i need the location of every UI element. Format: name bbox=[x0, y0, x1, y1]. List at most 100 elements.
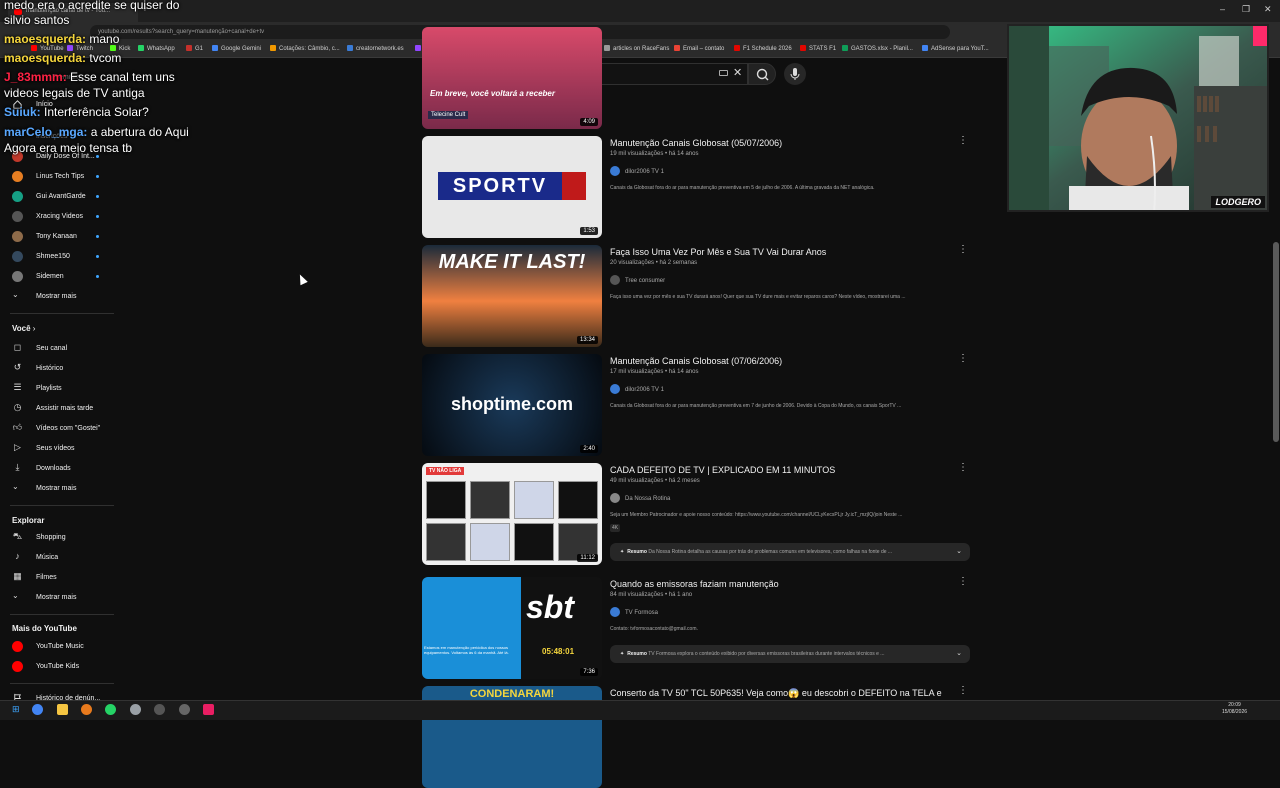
video-thumbnail[interactable]: TV NÃO LIGA 11:12 bbox=[422, 463, 602, 565]
thumbnail-text: Em breve, você voltará a receber bbox=[430, 89, 555, 98]
more-vert-icon[interactable]: ⋮ bbox=[958, 685, 968, 696]
firefox-icon[interactable] bbox=[81, 704, 92, 715]
more-vert-icon[interactable]: ⋮ bbox=[958, 462, 968, 473]
channel-avatar bbox=[12, 271, 23, 282]
scrollbar-thumb[interactable] bbox=[1273, 242, 1279, 442]
video-title[interactable]: Quando as emissoras faziam manutenção bbox=[610, 579, 779, 589]
clear-search-icon[interactable]: ✕ bbox=[733, 66, 742, 79]
channel-name: TV Formosa bbox=[625, 610, 659, 616]
channel-avatar bbox=[610, 493, 620, 503]
history-icon: ↺ bbox=[13, 362, 22, 372]
minimize-icon[interactable]: – bbox=[1220, 4, 1225, 14]
windows-start-icon[interactable]: ⊞ bbox=[12, 704, 23, 715]
chevron-down-icon[interactable]: ⌄ bbox=[956, 649, 962, 657]
video-thumbnail[interactable]: MAKE IT LAST! 13:34 bbox=[422, 245, 602, 347]
bookmark-item[interactable]: STATS F1 bbox=[800, 45, 836, 52]
chat-message: maoesquerda: mano bbox=[4, 32, 119, 46]
new-content-dot bbox=[96, 255, 99, 258]
playlist-icon: ☰ bbox=[13, 382, 22, 392]
sidebar-section-mais-youtube: Mais do YouTube bbox=[12, 624, 77, 633]
sidebar-label: Linus Tech Tips bbox=[36, 173, 85, 180]
video-title[interactable]: Manutenção Canais Globosat (05/07/2006) bbox=[610, 138, 782, 148]
channel-avatar bbox=[610, 384, 620, 394]
browser-titlebar bbox=[0, 0, 1280, 22]
bookmark-item[interactable]: G1 bbox=[186, 45, 203, 52]
discord-icon[interactable] bbox=[130, 704, 141, 715]
summary-label: Resumo bbox=[627, 651, 647, 657]
video-thumbnail[interactable]: shoptime.com 2:40 bbox=[422, 354, 602, 456]
more-vert-icon[interactable]: ⋮ bbox=[958, 135, 968, 146]
sidebar-section-voce[interactable]: Você › bbox=[12, 324, 35, 333]
sidebar-label: Downloads bbox=[36, 465, 71, 472]
restore-icon[interactable]: ❐ bbox=[1242, 4, 1250, 15]
thumbnail-text: SPORTV bbox=[438, 172, 586, 200]
os-taskbar bbox=[0, 700, 1280, 720]
keyboard-icon[interactable] bbox=[719, 70, 728, 76]
video-channel[interactable]: TV Formosa bbox=[610, 607, 658, 617]
chevron-down-icon[interactable]: ⌄ bbox=[956, 547, 962, 555]
video-thumbnail[interactable]: sbt Estamos em manutenção periódica dos n… bbox=[422, 577, 602, 679]
bookmark-favicon-icon bbox=[270, 45, 276, 51]
more-vert-icon[interactable]: ⋮ bbox=[958, 353, 968, 364]
search-button[interactable] bbox=[748, 63, 776, 85]
bookmark-item[interactable]: AdSense para YouT... bbox=[922, 45, 989, 52]
like-icon: 👍︎ bbox=[12, 422, 23, 432]
video-thumbnail[interactable]: SPORTV 1:53 bbox=[422, 136, 602, 238]
obs-icon[interactable] bbox=[154, 704, 165, 715]
chevron-down-icon: ⌄ bbox=[12, 482, 19, 491]
video-title[interactable]: Faça Isso Uma Vez Por Mês e Sua TV Vai D… bbox=[610, 247, 826, 257]
video-title[interactable]: Conserto da TV 50" TCL 50P635! Veja como… bbox=[610, 688, 942, 699]
bookmark-item[interactable]: Email – contato bbox=[674, 45, 724, 52]
video-channel[interactable]: Tree consumer bbox=[610, 275, 665, 285]
video-channel[interactable]: dilor2006 TV 1 bbox=[610, 166, 664, 176]
sidebar-divider bbox=[10, 614, 114, 615]
bookmark-label: Cotações: Câmbio, c... bbox=[279, 46, 340, 52]
new-content-dot bbox=[96, 275, 99, 278]
channel-name: dilor2006 TV 1 bbox=[625, 387, 664, 393]
tv-defect-tile bbox=[426, 481, 466, 519]
bookmark-label: articles on RaceFans bbox=[613, 46, 670, 52]
bookmark-item[interactable]: Cotações: Câmbio, c... bbox=[270, 45, 340, 52]
summary-label: Resumo bbox=[627, 549, 647, 555]
bookmark-label: Google Gemini bbox=[221, 46, 262, 52]
app-icon[interactable] bbox=[203, 704, 214, 715]
streamlabs-icon[interactable] bbox=[179, 704, 190, 715]
bookmark-favicon-icon bbox=[347, 45, 353, 51]
chat-message: Suiuk: Interferência Solar? bbox=[4, 105, 149, 119]
chat-text: silvio santos bbox=[4, 13, 70, 27]
whatsapp-icon[interactable] bbox=[105, 704, 116, 715]
video-title[interactable]: CADA DEFEITO DE TV | EXPLICADO EM 11 MIN… bbox=[610, 465, 835, 475]
channel-avatar bbox=[610, 275, 620, 285]
chrome-icon[interactable] bbox=[32, 704, 43, 715]
file-explorer-icon[interactable] bbox=[57, 704, 68, 715]
chevron-right-icon: › bbox=[32, 324, 36, 333]
sidebar-label: Shmee150 bbox=[36, 253, 70, 260]
bookmark-item[interactable]: WhatsApp bbox=[138, 45, 175, 52]
chat-text: mano bbox=[89, 32, 120, 46]
bookmark-item[interactable]: Google Gemini bbox=[212, 45, 261, 52]
ai-summary-box[interactable]: ✦ Resumo TV Formosa explora o conteúdo ex… bbox=[610, 645, 970, 663]
bookmark-item[interactable]: F1 Schedule 2026 bbox=[734, 45, 792, 52]
video-channel[interactable]: Da Nossa Rotina bbox=[610, 493, 670, 503]
voice-search-button[interactable] bbox=[784, 63, 806, 85]
taskbar-clock[interactable]: 20:09 15/08/2026 bbox=[1222, 702, 1247, 716]
video-channel[interactable]: dilor2006 TV 1 bbox=[610, 384, 664, 394]
thumbnail-tv-grid bbox=[426, 481, 598, 561]
channel-avatar bbox=[12, 211, 23, 222]
chat-text: medo era o acredite se quiser do bbox=[4, 0, 180, 12]
thumbnail-text: CONDENARAM! bbox=[469, 688, 555, 700]
bookmark-item[interactable]: articles on RaceFans bbox=[604, 45, 669, 52]
ai-summary-box[interactable]: ✦ Resumo Da Nossa Rotina detalha as causa… bbox=[610, 543, 970, 561]
section-title: Você bbox=[12, 324, 31, 333]
sidebar-label: Gui AvantGarde bbox=[36, 193, 86, 200]
film-icon: ▦ bbox=[13, 571, 22, 581]
tv-defect-tile bbox=[470, 523, 510, 561]
video-thumbnail[interactable]: Em breve, você voltará a receber Telecine… bbox=[422, 27, 602, 129]
bookmark-item[interactable]: GASTOS.xlsx - Planil... bbox=[842, 45, 913, 52]
more-vert-icon[interactable]: ⋮ bbox=[958, 244, 968, 255]
close-window-icon[interactable]: ✕ bbox=[1264, 4, 1272, 15]
video-title[interactable]: Manutenção Canais Globosat (07/06/2006) bbox=[610, 356, 782, 366]
quality-badge: 4K bbox=[610, 524, 621, 532]
bookmark-item[interactable]: creatornetwork.es bbox=[347, 45, 404, 52]
more-vert-icon[interactable]: ⋮ bbox=[958, 576, 968, 587]
